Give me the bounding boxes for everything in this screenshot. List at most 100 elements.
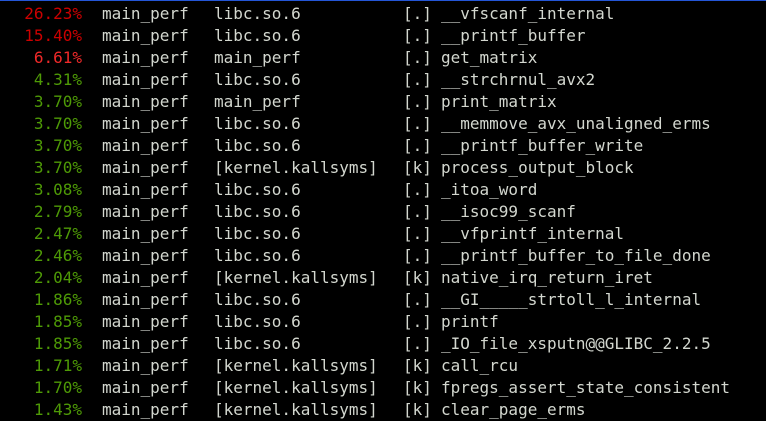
- shared-object-name: [kernel.kallsyms]: [214, 158, 378, 177]
- command-name: main_perf: [102, 290, 189, 309]
- command-name: main_perf: [102, 70, 189, 89]
- command-name: main_perf: [102, 26, 189, 45]
- report-row[interactable]: 26.23% main_perf libc.so.6 [.] __vfscanf_int…: [0, 3, 766, 25]
- shared-object-name: libc.so.6: [214, 246, 301, 265]
- symbol-name: __printf_buffer_write: [441, 136, 644, 155]
- symbol-name: __printf_buffer: [441, 26, 586, 45]
- perf-report-list[interactable]: 26.23% main_perf libc.so.6 [.] __vfscanf_int…: [0, 3, 766, 421]
- overhead-value: 1.43%: [33, 400, 82, 419]
- privilege-level: [.]: [403, 312, 432, 331]
- shared-object-name: main_perf: [214, 92, 301, 111]
- symbol-name: clear_page_erms: [441, 400, 586, 419]
- privilege-level: [.]: [403, 4, 432, 23]
- shared-object-name: libc.so.6: [214, 136, 301, 155]
- report-row[interactable]: 1.85% main_perf libc.so.6 [.] printf: [0, 311, 766, 333]
- command-name: main_perf: [102, 268, 189, 287]
- privilege-level: [.]: [403, 136, 432, 155]
- report-row[interactable]: 1.71% main_perf [kernel.kallsyms] [k] call_r…: [0, 355, 766, 377]
- symbol-name: print_matrix: [441, 92, 557, 111]
- symbol-name: fpregs_assert_state_consistent: [441, 378, 730, 397]
- shared-object-name: libc.so.6: [214, 70, 301, 89]
- command-name: main_perf: [102, 4, 189, 23]
- symbol-name: _IO_file_xsputn@@GLIBC_2.2.5: [441, 334, 711, 353]
- command-name: main_perf: [102, 224, 189, 243]
- command-name: main_perf: [102, 136, 189, 155]
- report-row[interactable]: 1.43% main_perf [kernel.kallsyms] [k] clear_…: [0, 399, 766, 421]
- report-row[interactable]: 3.70% main_perf libc.so.6 [.] __printf_buffe…: [0, 135, 766, 157]
- symbol-name: get_matrix: [441, 48, 538, 67]
- symbol-name: __memmove_avx_unaligned_erms: [441, 114, 711, 133]
- command-name: main_perf: [102, 158, 189, 177]
- privilege-level: [.]: [403, 26, 432, 45]
- command-name: main_perf: [102, 202, 189, 221]
- symbol-name: __vfscanf_internal: [441, 4, 615, 23]
- command-name: main_perf: [102, 378, 189, 397]
- report-row[interactable]: 15.40% main_perf libc.so.6 [.] __printf_buff…: [0, 25, 766, 47]
- overhead-value: 3.70%: [33, 158, 82, 177]
- report-row[interactable]: 2.47% main_perf libc.so.6 [.] __vfprintf_int…: [0, 223, 766, 245]
- overhead-value: 3.70%: [33, 92, 82, 111]
- symbol-name: native_irq_return_iret: [441, 268, 653, 287]
- overhead-value: 26.23%: [24, 4, 82, 23]
- command-name: main_perf: [102, 114, 189, 133]
- symbol-name: printf: [441, 312, 499, 331]
- shared-object-name: libc.so.6: [214, 114, 301, 133]
- privilege-level: [.]: [403, 224, 432, 243]
- privilege-level: [.]: [403, 334, 432, 353]
- overhead-value: 2.47%: [33, 224, 82, 243]
- report-row[interactable]: 1.86% main_perf libc.so.6 [.] __GI_____strto…: [0, 289, 766, 311]
- shared-object-name: libc.so.6: [214, 312, 301, 331]
- overhead-value: 1.86%: [33, 290, 82, 309]
- overhead-value: 1.70%: [33, 378, 82, 397]
- overhead-value: 2.04%: [33, 268, 82, 287]
- shared-object-name: libc.so.6: [214, 26, 301, 45]
- report-row[interactable]: 4.31% main_perf libc.so.6 [.] __strchrnul_av…: [0, 69, 766, 91]
- symbol-name: __printf_buffer_to_file_done: [441, 246, 711, 265]
- symbol-name: __vfprintf_internal: [441, 224, 625, 243]
- report-row[interactable]: 1.85% main_perf libc.so.6 [.] _IO_file_xsput…: [0, 333, 766, 355]
- command-name: main_perf: [102, 334, 189, 353]
- overhead-value: 3.70%: [33, 114, 82, 133]
- overhead-value: 4.31%: [33, 70, 82, 89]
- command-name: main_perf: [102, 312, 189, 331]
- symbol-name: __strchrnul_avx2: [441, 70, 596, 89]
- symbol-name: process_output_block: [441, 158, 634, 177]
- shared-object-name: [kernel.kallsyms]: [214, 400, 378, 419]
- report-row[interactable]: 2.04% main_perf [kernel.kallsyms] [k] native…: [0, 267, 766, 289]
- overhead-value: 2.79%: [33, 202, 82, 221]
- privilege-level: [k]: [403, 400, 432, 419]
- command-name: main_perf: [102, 400, 189, 419]
- report-row[interactable]: 1.70% main_perf [kernel.kallsyms] [k] fpregs…: [0, 377, 766, 399]
- symbol-name: __isoc99_scanf: [441, 202, 576, 221]
- overhead-value: 1.71%: [33, 356, 82, 375]
- shared-object-name: libc.so.6: [214, 290, 301, 309]
- shared-object-name: libc.so.6: [214, 180, 301, 199]
- report-row[interactable]: 3.70% main_perf [kernel.kallsyms] [k] proces…: [0, 157, 766, 179]
- privilege-level: [.]: [403, 114, 432, 133]
- shared-object-name: [kernel.kallsyms]: [214, 378, 378, 397]
- overhead-value: 6.61%: [33, 48, 82, 67]
- report-row[interactable]: 3.70% main_perf libc.so.6 [.] __memmove_avx_…: [0, 113, 766, 135]
- command-name: main_perf: [102, 356, 189, 375]
- overhead-value: 3.08%: [33, 180, 82, 199]
- privilege-level: [k]: [403, 356, 432, 375]
- report-row[interactable]: 3.70% main_perf main_perf [.] print_matrix: [0, 91, 766, 113]
- report-row[interactable]: 2.79% main_perf libc.so.6 [.] __isoc99_scanf: [0, 201, 766, 223]
- privilege-level: [k]: [403, 378, 432, 397]
- shared-object-name: libc.so.6: [214, 4, 301, 23]
- privilege-level: [.]: [403, 48, 432, 67]
- command-name: main_perf: [102, 48, 189, 67]
- privilege-level: [.]: [403, 202, 432, 221]
- overhead-value: 1.85%: [33, 312, 82, 331]
- selection-bar: [0, 0, 766, 1]
- privilege-level: [.]: [403, 246, 432, 265]
- shared-object-name: [kernel.kallsyms]: [214, 268, 378, 287]
- report-row[interactable]: 2.46% main_perf libc.so.6 [.] __printf_buffe…: [0, 245, 766, 267]
- report-row[interactable]: 6.61% main_perf main_perf [.] get_matrix: [0, 47, 766, 69]
- shared-object-name: main_perf: [214, 48, 301, 67]
- shared-object-name: libc.so.6: [214, 224, 301, 243]
- shared-object-name: libc.so.6: [214, 202, 301, 221]
- shared-object-name: libc.so.6: [214, 334, 301, 353]
- report-row[interactable]: 3.08% main_perf libc.so.6 [.] _itoa_word: [0, 179, 766, 201]
- command-name: main_perf: [102, 92, 189, 111]
